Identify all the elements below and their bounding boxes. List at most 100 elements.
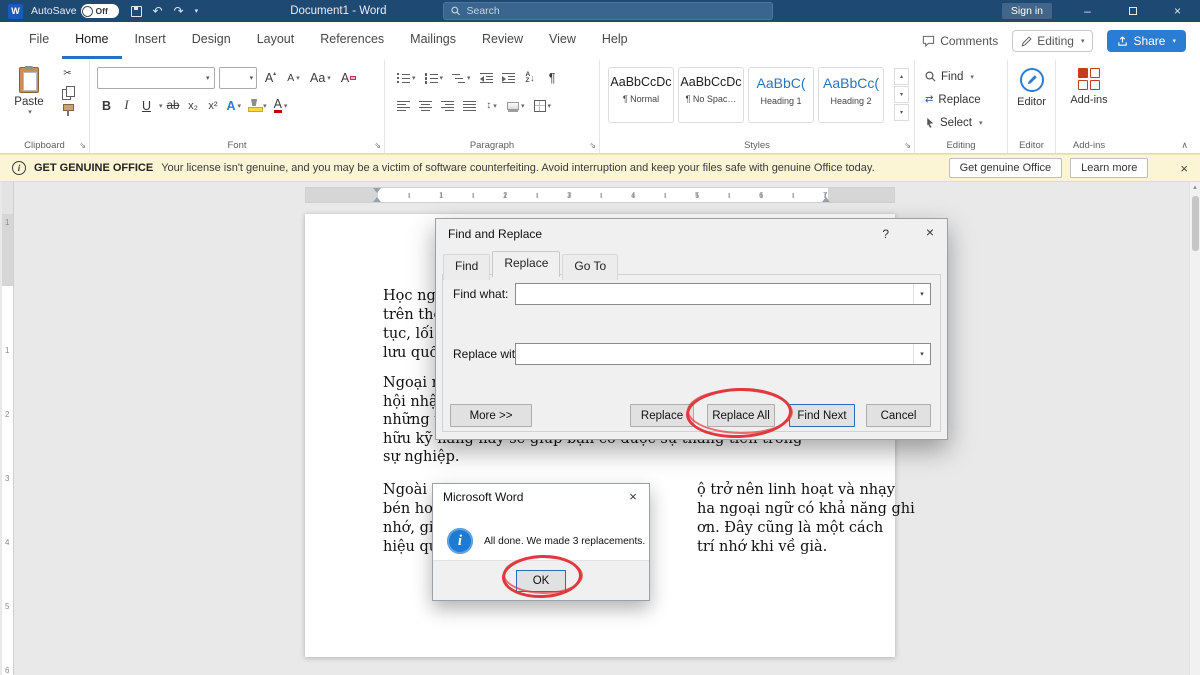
close-button[interactable]: × — [1155, 0, 1200, 22]
replace-button[interactable]: ⇄ Replace — [921, 89, 986, 110]
style-heading-2[interactable]: AaBbCc( Heading 2 — [818, 67, 884, 123]
undo-icon[interactable]: ↶ — [153, 4, 163, 18]
more-button[interactable]: More >> — [450, 404, 532, 427]
cancel-button[interactable]: Cancel — [866, 404, 931, 427]
strikethrough-button[interactable]: ab — [164, 95, 183, 116]
multilevel-list-button[interactable]: ▾ — [449, 67, 474, 88]
change-case-button[interactable]: Aa▾ — [307, 68, 334, 89]
first-line-indent-marker[interactable] — [373, 188, 381, 193]
tab-home[interactable]: Home — [62, 23, 121, 59]
find-next-button[interactable]: Find Next — [789, 404, 855, 427]
find-what-input[interactable] — [516, 284, 913, 304]
editor-button[interactable]: Editor — [1008, 68, 1055, 108]
replace-with-combobox[interactable]: ▾ — [515, 343, 931, 365]
style-heading-1[interactable]: AaBbC( Heading 1 — [748, 67, 814, 123]
tab-design[interactable]: Design — [179, 23, 244, 59]
gallery-scroll-up-button[interactable]: ▴ — [894, 68, 909, 85]
italic-button[interactable]: I — [117, 95, 136, 116]
increase-indent-button[interactable] — [499, 67, 518, 88]
minimize-button[interactable]: – — [1065, 0, 1110, 22]
font-size-input[interactable] — [220, 72, 247, 84]
search-box[interactable] — [443, 2, 773, 20]
replace-with-input[interactable] — [516, 344, 913, 364]
numbering-button[interactable]: ▾ — [422, 67, 447, 88]
share-button[interactable]: Share ▾ — [1107, 30, 1186, 52]
quick-access-caret-icon[interactable]: ▾ — [195, 7, 199, 15]
font-size-combobox[interactable]: ▾ — [219, 67, 257, 89]
find-button[interactable]: Find ▾ — [921, 66, 986, 87]
dialog-tab-find[interactable]: Find — [443, 254, 490, 280]
chevron-down-icon[interactable]: ▾ — [159, 102, 163, 110]
maximize-button[interactable] — [1110, 0, 1155, 22]
editing-mode-dropdown[interactable]: Editing ▾ — [1012, 30, 1093, 52]
gallery-more-button[interactable]: ▾ — [894, 104, 909, 121]
superscript-button[interactable]: x² — [204, 95, 223, 116]
comments-button[interactable]: Comments — [922, 34, 998, 48]
shrink-font-button[interactable]: A▾ — [284, 68, 303, 89]
font-color-button[interactable]: A▾ — [271, 95, 291, 116]
tab-references[interactable]: References — [307, 23, 397, 59]
shading-button[interactable]: ▾ — [504, 95, 528, 116]
decrease-indent-button[interactable] — [477, 67, 496, 88]
tab-mailings[interactable]: Mailings — [397, 23, 469, 59]
style-no-spacing[interactable]: AaBbCcDc ¶ No Spac… — [678, 67, 744, 123]
subscript-button[interactable]: x₂ — [184, 95, 203, 116]
chevron-down-icon[interactable]: ▾ — [913, 344, 930, 364]
line-spacing-button[interactable]: ↕▾ — [482, 95, 501, 116]
dialog-launcher-icon[interactable]: ⇘ — [374, 141, 381, 150]
select-button[interactable]: Select ▾ — [921, 112, 986, 133]
search-input[interactable] — [467, 5, 766, 17]
grow-font-button[interactable]: A▴ — [261, 68, 280, 89]
highlight-color-button[interactable]: ▾ — [245, 95, 270, 116]
font-name-combobox[interactable]: ▾ — [97, 67, 215, 89]
align-center-button[interactable] — [416, 95, 435, 116]
align-right-button[interactable] — [438, 95, 457, 116]
sort-button[interactable]: AZ↓ — [521, 67, 540, 88]
scroll-up-arrow-icon[interactable]: ▴ — [1190, 182, 1200, 194]
collapse-ribbon-icon[interactable]: ∧ — [1181, 140, 1188, 151]
tab-view[interactable]: View — [536, 23, 589, 59]
font-name-input[interactable] — [98, 72, 202, 84]
replace-button[interactable]: Replace — [630, 404, 694, 427]
get-genuine-office-button[interactable]: Get genuine Office — [949, 158, 1063, 178]
chevron-down-icon[interactable]: ▾ — [247, 74, 256, 82]
dialog-launcher-icon[interactable]: ⇘ — [904, 141, 911, 150]
gallery-scroll-down-button[interactable]: ▾ — [894, 86, 909, 103]
dialog-launcher-icon[interactable]: ⇘ — [589, 141, 596, 150]
clear-formatting-button[interactable]: A — [338, 68, 359, 89]
right-indent-marker[interactable] — [822, 197, 830, 202]
tab-insert[interactable]: Insert — [122, 23, 179, 59]
tab-layout[interactable]: Layout — [244, 23, 308, 59]
bullets-button[interactable]: ▾ — [394, 67, 419, 88]
format-painter-button[interactable] — [58, 102, 77, 117]
tab-review[interactable]: Review — [469, 23, 536, 59]
copy-button[interactable] — [58, 84, 77, 99]
paste-button[interactable]: Paste ▾ — [8, 67, 50, 116]
tab-help[interactable]: Help — [589, 23, 641, 59]
banner-close-icon[interactable]: × — [1180, 161, 1188, 176]
justify-button[interactable] — [460, 95, 479, 116]
chevron-down-icon[interactable]: ▾ — [202, 74, 214, 82]
underline-button[interactable]: U — [137, 95, 156, 116]
cut-button[interactable]: ✂ — [58, 66, 77, 81]
vertical-scrollbar[interactable]: ▴ — [1189, 182, 1200, 675]
redo-icon[interactable]: ↷ — [174, 4, 184, 18]
save-icon[interactable] — [131, 6, 142, 17]
dialog-tab-goto[interactable]: Go To — [562, 254, 618, 280]
learn-more-button[interactable]: Learn more — [1070, 158, 1148, 178]
tab-file[interactable]: File — [16, 23, 62, 59]
align-left-button[interactable] — [394, 95, 413, 116]
borders-button[interactable]: ▾ — [531, 95, 555, 116]
left-indent-marker[interactable] — [373, 197, 381, 202]
scrollbar-thumb[interactable] — [1192, 196, 1199, 251]
style-normal[interactable]: AaBbCcDc ¶ Normal — [608, 67, 674, 123]
chevron-down-icon[interactable]: ▾ — [913, 284, 930, 304]
dialog-launcher-icon[interactable]: ⇘ — [79, 141, 86, 150]
show-formatting-marks-button[interactable]: ¶ — [543, 67, 562, 88]
addins-button[interactable]: Add-ins — [1056, 68, 1122, 106]
dialog-tab-replace[interactable]: Replace — [492, 251, 560, 277]
bold-button[interactable]: B — [97, 95, 116, 116]
alert-close-icon[interactable]: × — [617, 484, 649, 508]
text-effects-button[interactable]: A▾ — [224, 95, 245, 116]
dialog-help-icon[interactable]: ? — [882, 227, 889, 241]
